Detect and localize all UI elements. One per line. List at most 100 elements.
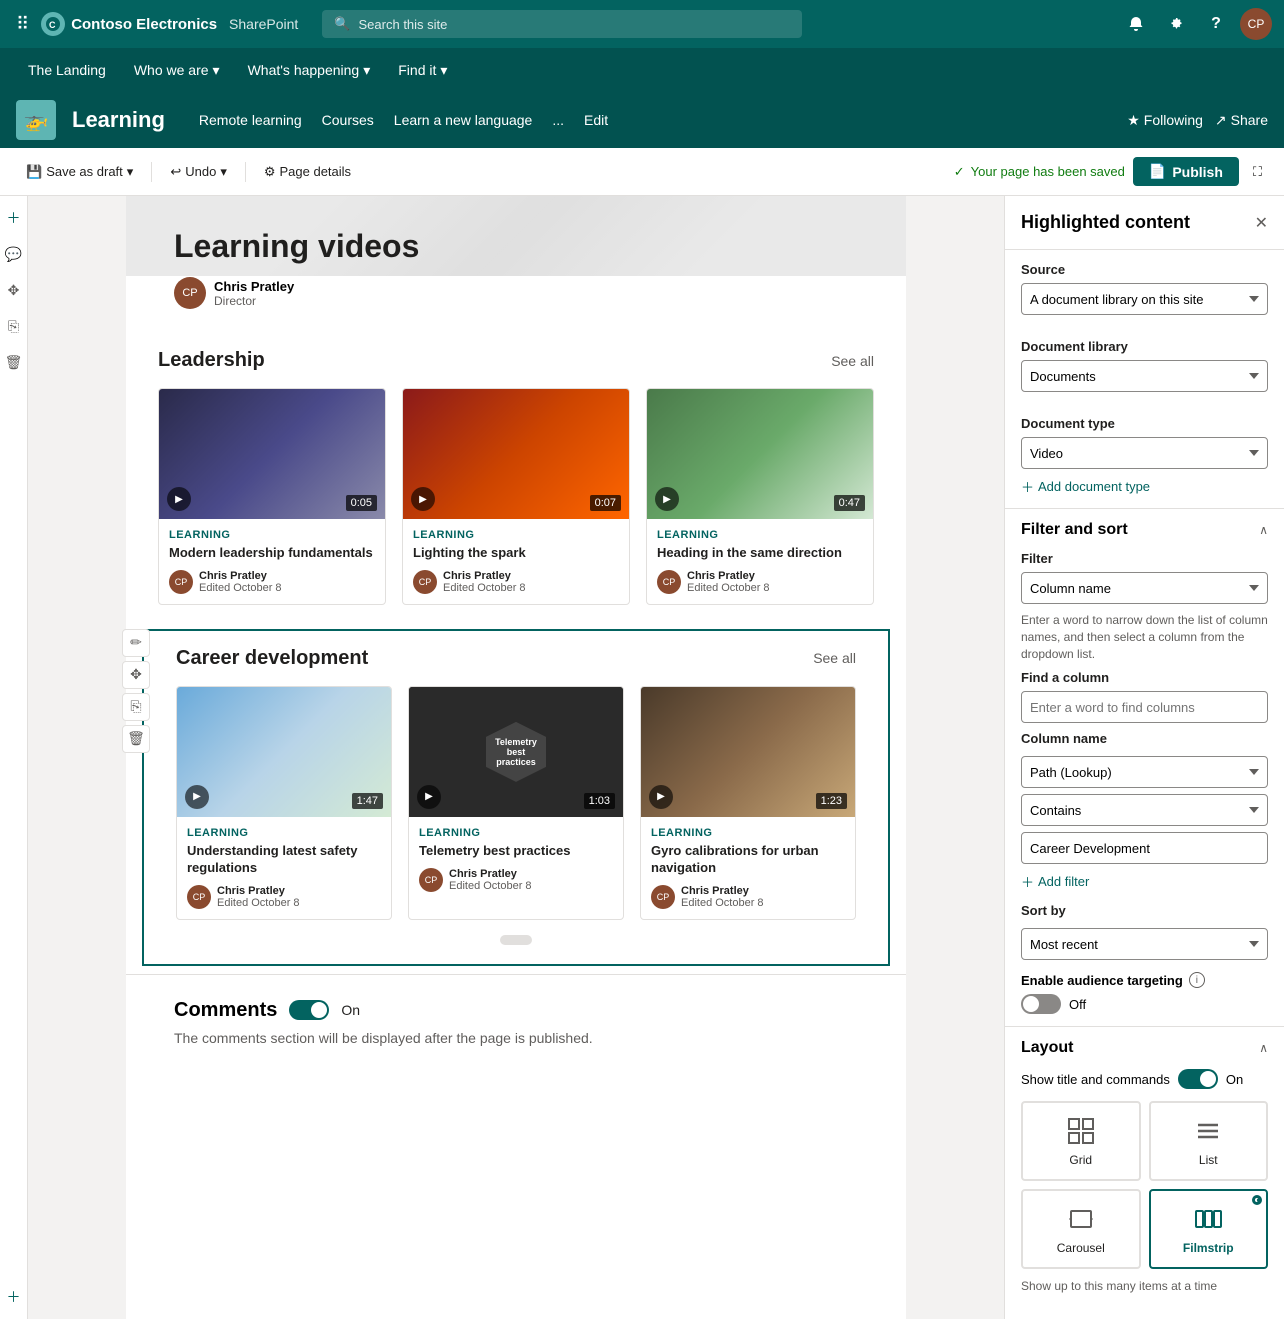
edit-toolbar: 💾 Save as draft ▾ ↩ Undo ▾ ⚙ Page detail… <box>0 148 1284 196</box>
notifications-icon[interactable] <box>1120 8 1152 40</box>
undo-button[interactable]: ↩ Undo ▾ <box>160 158 237 186</box>
sitenav-landing[interactable]: The Landing <box>16 54 118 86</box>
move-section-icon[interactable]: ✥ <box>122 661 150 689</box>
source-select[interactable]: A document library on this site <box>1021 283 1268 315</box>
document-type-select[interactable]: Video <box>1021 437 1268 469</box>
app-launcher-icon[interactable]: ⠿ <box>12 10 33 39</box>
video-author-name: Chris Pratley <box>687 570 770 582</box>
sort-by-label: Sort by <box>1021 903 1268 918</box>
sitenav-who-we-are[interactable]: Who we are ▾ <box>122 54 232 87</box>
following-button[interactable]: ★ Following <box>1127 112 1203 129</box>
save-chevron-icon: ▾ <box>127 164 134 180</box>
hero-section: Learning videos CP Chris Pratley Directo… <box>126 196 906 333</box>
add-section-bottom-icon[interactable]: ＋ <box>0 1283 28 1311</box>
comment-icon[interactable]: 💬 <box>0 240 28 268</box>
play-button[interactable]: ▶ <box>655 487 679 511</box>
audience-toggle[interactable] <box>1021 994 1061 1014</box>
sort-by-select[interactable]: Most recent <box>1021 928 1268 960</box>
undo-chevron-icon: ▾ <box>220 164 227 180</box>
slider-handle[interactable] <box>500 935 532 945</box>
page-title: Learning <box>72 107 165 133</box>
find-column-input[interactable] <box>1021 691 1268 723</box>
search-bar[interactable]: 🔍 Search this site <box>322 10 802 38</box>
add-document-type-button[interactable]: ＋ Add document type <box>1021 477 1268 496</box>
contains-select[interactable]: Contains <box>1021 794 1268 826</box>
search-icon: 🔍 <box>334 16 350 32</box>
save-icon: 💾 <box>26 164 42 180</box>
layout-grid-option[interactable]: Grid <box>1021 1101 1141 1181</box>
pagenav-more[interactable]: ... <box>550 108 566 132</box>
pagenav-remote-learning[interactable]: Remote learning <box>197 108 304 132</box>
play-button[interactable]: ▶ <box>417 785 441 809</box>
video-title: Understanding latest safety regulations <box>187 843 381 877</box>
move-icon[interactable]: ✥ <box>0 276 28 304</box>
close-icon[interactable]: ✕ <box>1255 213 1268 233</box>
play-button[interactable]: ▶ <box>411 487 435 511</box>
document-library-select[interactable]: Documents <box>1021 360 1268 392</box>
pagenav-edit[interactable]: Edit <box>582 108 610 132</box>
find-column-label: Find a column <box>1021 670 1268 685</box>
comments-toggle[interactable] <box>289 1000 329 1020</box>
save-draft-button[interactable]: 💾 Save as draft ▾ <box>16 158 143 186</box>
video-thumbnail: Telemetrybestpractices ▶ 1:03 <box>409 687 623 817</box>
filter-sort-body: Filter Column name Enter a word to narro… <box>1005 551 1284 1026</box>
settings-icon[interactable] <box>1160 8 1192 40</box>
column-name-select[interactable]: Path (Lookup) <box>1021 756 1268 788</box>
duplicate-section-icon[interactable]: ⎘ <box>122 693 150 721</box>
leadership-see-all[interactable]: See all <box>831 353 874 369</box>
video-author: CP Chris Pratley Edited October 8 <box>169 570 375 594</box>
video-title: Telemetry best practices <box>419 843 613 860</box>
page-details-button[interactable]: ⚙ Page details <box>254 158 361 186</box>
toolbar-divider-2 <box>245 162 246 182</box>
pagenav-learn-language[interactable]: Learn a new language <box>392 108 535 132</box>
video-info: Learning Gyro calibrations for urban nav… <box>641 817 855 919</box>
layout-list-option[interactable]: List <box>1149 1101 1269 1181</box>
filter-label: Filter <box>1021 551 1268 566</box>
video-info: Learning Telemetry best practices CP Chr… <box>409 817 623 902</box>
avatar[interactable]: CP <box>1240 8 1272 40</box>
author-row: CP Chris Pratley Director <box>174 277 858 309</box>
edit-section-icon[interactable]: ✏ <box>122 629 150 657</box>
search-placeholder: Search this site <box>359 17 448 32</box>
filter-hint: Enter a word to narrow down the list of … <box>1021 612 1268 662</box>
filter-select[interactable]: Column name <box>1021 572 1268 604</box>
play-button[interactable]: ▶ <box>167 487 191 511</box>
help-icon[interactable]: ? <box>1200 8 1232 40</box>
video-card: ▶ 0:07 Learning Lighting the spark CP Ch… <box>402 388 630 605</box>
video-duration: 1:03 <box>584 793 615 809</box>
layout-header[interactable]: Layout ∧ <box>1005 1026 1284 1069</box>
video-tag: Learning <box>187 827 381 839</box>
saved-message: ✓ Your page has been saved <box>954 164 1125 180</box>
add-filter-button[interactable]: ＋ Add filter <box>1021 872 1268 891</box>
career-see-all[interactable]: See all <box>813 650 856 666</box>
comments-row: Comments On <box>174 999 858 1022</box>
video-author-info: Chris Pratley Edited October 8 <box>199 570 282 594</box>
video-info: Learning Lighting the spark CP Chris Pra… <box>403 519 629 604</box>
play-button[interactable]: ▶ <box>185 785 209 809</box>
layout-title: Layout <box>1021 1039 1073 1057</box>
filter-value-input[interactable] <box>1021 832 1268 864</box>
sitenav-find-it[interactable]: Find it ▾ <box>386 54 459 87</box>
show-title-toggle[interactable] <box>1178 1069 1218 1089</box>
pagenav-courses[interactable]: Courses <box>320 108 376 132</box>
video-edited-date: Edited October 8 <box>687 582 770 594</box>
add-section-top-icon[interactable]: ＋ <box>0 204 28 232</box>
sitenav-whats-happening[interactable]: What's happening ▾ <box>236 54 383 87</box>
video-tag: Learning <box>413 529 619 541</box>
share-button[interactable]: ↗ Share <box>1215 112 1268 129</box>
leadership-title: Leadership <box>158 349 265 372</box>
layout-filmstrip-option[interactable]: Filmstrip <box>1149 1189 1269 1269</box>
delete-page-icon[interactable]: 🗑 <box>0 348 28 376</box>
video-card: ▶ 0:47 Learning Heading in the same dire… <box>646 388 874 605</box>
layout-carousel-option[interactable]: Carousel <box>1021 1189 1141 1269</box>
filter-sort-header[interactable]: Filter and sort ∧ <box>1005 508 1284 551</box>
expand-button[interactable]: ⛶ <box>1247 158 1268 186</box>
play-button[interactable]: ▶ <box>649 785 673 809</box>
plus-icon: ＋ <box>1021 477 1034 496</box>
video-info: Learning Understanding latest safety reg… <box>177 817 391 919</box>
publish-button[interactable]: 📄 Publish <box>1133 157 1239 186</box>
leadership-section: Leadership See all ▶ 0:05 Learning Moder… <box>126 333 906 621</box>
grid-icon <box>1065 1115 1097 1147</box>
copy-page-icon[interactable]: ⎘ <box>0 312 28 340</box>
delete-section-icon[interactable]: 🗑 <box>122 725 150 753</box>
